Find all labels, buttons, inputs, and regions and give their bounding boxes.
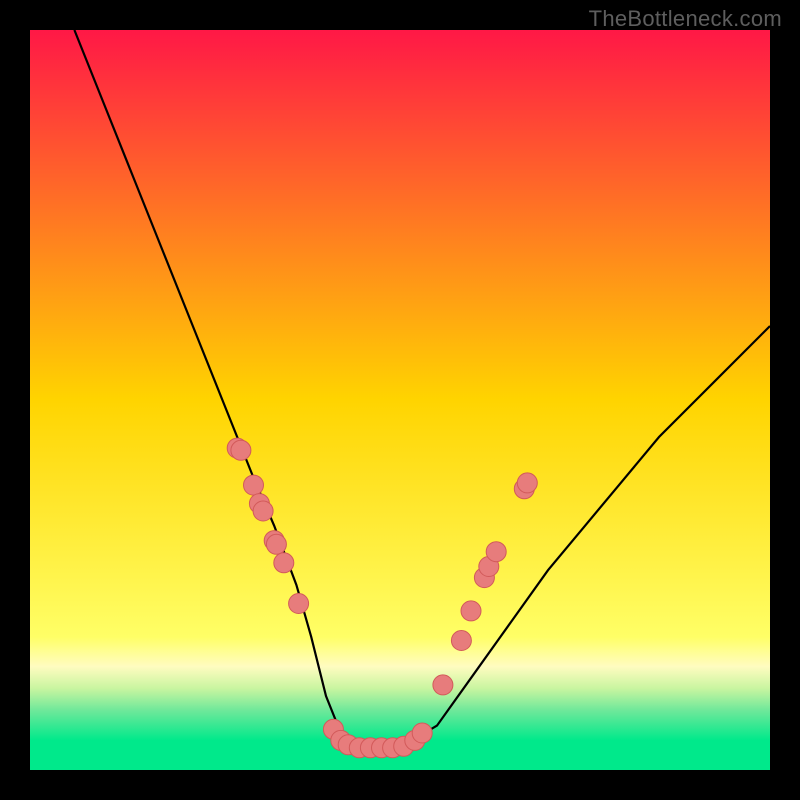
data-marker — [412, 723, 432, 743]
image-root: TheBottleneck.com — [0, 0, 800, 800]
data-marker — [517, 473, 537, 493]
data-marker — [451, 631, 471, 651]
data-marker — [231, 440, 251, 460]
plot-bottom-border — [0, 770, 800, 800]
data-marker — [486, 542, 506, 562]
data-marker — [244, 475, 264, 495]
gradient-background — [30, 30, 770, 770]
chart-canvas — [0, 0, 800, 800]
data-marker — [433, 675, 453, 695]
data-marker — [289, 594, 309, 614]
data-marker — [461, 601, 481, 621]
data-marker — [253, 501, 273, 521]
data-marker — [274, 553, 294, 573]
plot-area — [0, 30, 800, 800]
watermark-text: TheBottleneck.com — [589, 6, 782, 32]
data-marker — [266, 534, 286, 554]
